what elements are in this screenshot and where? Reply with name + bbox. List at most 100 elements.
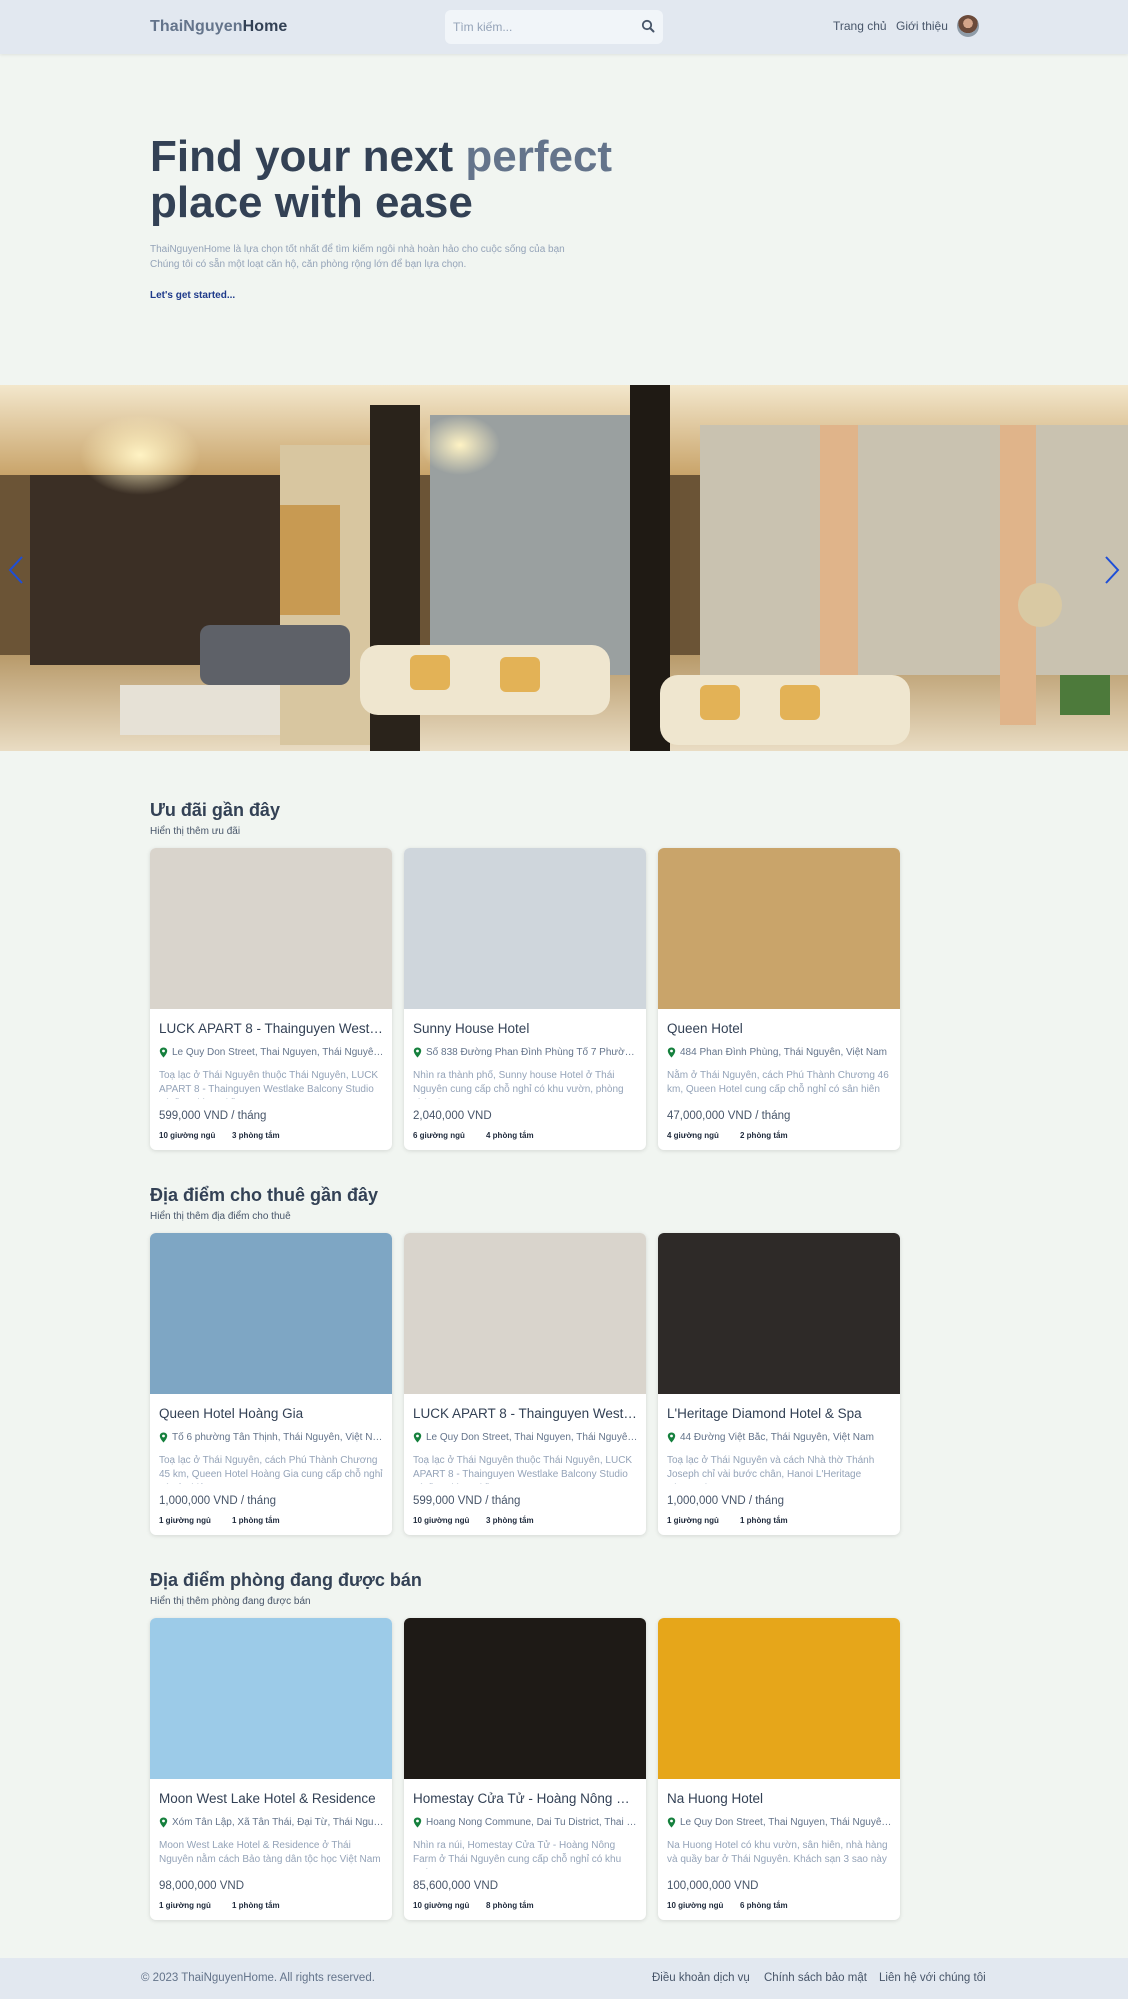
hero-title-part-1: Find your next: [150, 132, 466, 181]
listing-bathrooms: 3 phòng tắm: [486, 1516, 534, 1525]
listing-card[interactable]: Queen Hotel 484 Phan Đình Phùng, Thái Ngu…: [658, 848, 900, 1150]
logo-part-2: Home: [242, 18, 288, 35]
listing-description: Moon West Lake Hotel & Residence ở Thái …: [159, 1840, 381, 1865]
location-pin-icon: [667, 1817, 676, 1828]
listing-price: 98,000,000 VND: [159, 1880, 245, 1892]
listing-address: Tổ 6 phường Tân Thịnh, Thái Nguyên, Việt…: [172, 1432, 384, 1443]
top-navbar: ThaiNguyenHome Trang chủ Giới thiệu: [0, 0, 1128, 54]
show-more-rentals-link[interactable]: Hiển thị thêm địa điểm cho thuê: [150, 1211, 291, 1222]
footer-privacy-link[interactable]: Chính sách bảo mật: [764, 1972, 867, 1984]
listing-description: Toạ lạc ở Thái Nguyên, cách Phú Thành Ch…: [159, 1455, 383, 1484]
location-pin-icon: [159, 1432, 168, 1443]
listing-bedrooms: 4 giường ngủ: [667, 1131, 719, 1140]
listing-card[interactable]: Homestay Cửa Tử - Hoàng Nông Farm Hoang N…: [404, 1618, 646, 1920]
user-avatar[interactable]: [957, 15, 979, 37]
footer-copyright: © 2023 ThaiNguyenHome. All rights reserv…: [141, 1972, 375, 1984]
search-box: [445, 10, 663, 44]
listing-title[interactable]: Homestay Cửa Tử - Hoàng Nông Farm: [413, 1791, 637, 1806]
listing-address: Hoang Nong Commune, Dai Tu District, Tha…: [426, 1817, 638, 1828]
section-title-rentals: Địa điểm cho thuê gần đây: [150, 1185, 379, 1205]
site-logo[interactable]: ThaiNguyenHome: [150, 18, 287, 36]
listing-bathrooms: 8 phòng tắm: [486, 1901, 534, 1910]
listing-address: Xóm Tân Lập, Xã Tân Thái, Đại Từ, Thái N…: [172, 1817, 384, 1828]
listing-bathrooms: 1 phòng tắm: [740, 1516, 788, 1525]
footer-terms-link[interactable]: Điều khoản dịch vụ: [652, 1972, 750, 1984]
show-more-for-sale-link[interactable]: Hiển thị thêm phòng đang được bán: [150, 1596, 311, 1607]
nav-home-link[interactable]: Trang chủ: [833, 19, 887, 33]
listing-card[interactable]: LUCK APART 8 - Thainguyen Westlake Balco…: [404, 1233, 646, 1535]
search-input[interactable]: [453, 16, 633, 38]
hero-title-accent: perfect: [465, 132, 613, 181]
listing-title[interactable]: LUCK APART 8 - Thainguyen Westlake Balco…: [159, 1021, 383, 1036]
listing-bedrooms: 10 giường ngủ: [413, 1516, 470, 1525]
listing-card[interactable]: Queen Hotel Hoàng Gia Tổ 6 phường Tân Thị…: [150, 1233, 392, 1535]
listing-title[interactable]: Sunny House Hotel: [413, 1021, 637, 1036]
listing-price: 100,000,000 VND: [667, 1880, 759, 1892]
show-more-offers-link[interactable]: Hiển thị thêm ưu đãi: [150, 826, 240, 837]
site-footer: © 2023 ThaiNguyenHome. All rights reserv…: [0, 1958, 1128, 1999]
carousel-slide-image: [0, 385, 1128, 751]
listing-image[interactable]: [404, 848, 646, 1009]
listing-price: 85,600,000 VND: [413, 1880, 499, 1892]
listing-card[interactable]: Sunny House Hotel Số 838 Đường Phan Đình …: [404, 848, 646, 1150]
listing-card[interactable]: Na Huong Hotel Le Quy Don Street, Thai Ng…: [658, 1618, 900, 1920]
listing-address: Le Quy Don Street, Thai Nguyen, Thái Ngu…: [680, 1817, 892, 1828]
listing-image[interactable]: [404, 1233, 646, 1394]
location-pin-icon: [159, 1047, 168, 1058]
listing-image[interactable]: [404, 1618, 646, 1779]
hero-description-line-2: Chúng tôi có sẵn một loạt căn hộ, căn ph…: [150, 259, 467, 270]
listing-bedrooms: 1 giường ngủ: [667, 1516, 719, 1525]
listing-image[interactable]: [150, 1618, 392, 1779]
image-carousel: [0, 385, 1128, 751]
listing-card[interactable]: Moon West Lake Hotel & Residence Xóm Tân …: [150, 1618, 392, 1920]
location-pin-icon: [159, 1817, 168, 1828]
listing-title[interactable]: Moon West Lake Hotel & Residence: [159, 1791, 383, 1806]
section-title-offers: Ưu đãi gần đây: [150, 800, 280, 820]
listing-title[interactable]: L'Heritage Diamond Hotel & Spa: [667, 1406, 891, 1421]
listing-image[interactable]: [150, 1233, 392, 1394]
listing-address: Số 838 Đường Phan Đình Phùng Tổ 7 Phường…: [426, 1047, 638, 1058]
footer-contact-link[interactable]: Liên hệ với chúng tôi: [879, 1972, 986, 1984]
listing-description: Toạ lạc ở Thái Nguyên thuộc Thái Nguyên,…: [159, 1070, 379, 1099]
listing-price: 599,000 VND / tháng: [159, 1110, 267, 1122]
listing-card[interactable]: LUCK APART 8 - Thainguyen Westlake Balco…: [150, 848, 392, 1150]
listing-image[interactable]: [658, 1233, 900, 1394]
listing-image[interactable]: [150, 848, 392, 1009]
listing-image[interactable]: [658, 1618, 900, 1779]
get-started-link[interactable]: Let's get started...: [150, 290, 235, 301]
listing-bathrooms: 6 phòng tắm: [740, 1901, 788, 1910]
listing-bedrooms: 10 giường ngủ: [667, 1901, 724, 1910]
search-icon: [641, 19, 655, 32]
listing-address: 44 Đường Việt Bắc, Thái Nguyên, Việt Nam: [680, 1432, 874, 1443]
listing-address: Le Quy Don Street, Thai Nguyen, Thái Ngu…: [426, 1432, 638, 1443]
hero-description-line-1: ThaiNguyenHome là lựa chọn tốt nhất để t…: [150, 244, 565, 255]
location-pin-icon: [413, 1817, 422, 1828]
listing-title[interactable]: Na Huong Hotel: [667, 1791, 891, 1806]
listing-bathrooms: 1 phòng tắm: [232, 1516, 280, 1525]
search-button[interactable]: [639, 18, 657, 36]
listing-bathrooms: 4 phòng tắm: [486, 1131, 534, 1140]
listing-address: 484 Phan Đình Phùng, Thái Nguyên, Việt N…: [680, 1047, 887, 1058]
listing-bedrooms: 1 giường ngủ: [159, 1516, 211, 1525]
listing-title[interactable]: LUCK APART 8 - Thainguyen Westlake Balco…: [413, 1406, 637, 1421]
listing-description: Na Huong Hotel có khu vườn, sân hiên, nh…: [667, 1840, 888, 1865]
hero-title: Find your next perfect place with ease: [150, 134, 612, 226]
hero-description: ThaiNguyenHome là lựa chọn tốt nhất để t…: [150, 242, 620, 272]
listing-title[interactable]: Queen Hotel Hoàng Gia: [159, 1406, 383, 1421]
listing-description: Nằm ở Thái Nguyên, cách Phú Thành Chương…: [667, 1070, 889, 1095]
listing-address: Le Quy Don Street, Thai Nguyen, Thái Ngu…: [172, 1047, 384, 1058]
listing-bedrooms: 10 giường ngủ: [413, 1901, 470, 1910]
listing-card[interactable]: L'Heritage Diamond Hotel & Spa 44 Đường V…: [658, 1233, 900, 1535]
listing-bathrooms: 3 phòng tắm: [232, 1131, 280, 1140]
carousel-prev-arrow[interactable]: [6, 555, 26, 585]
section-title-for-sale: Địa điểm phòng đang được bán: [150, 1570, 422, 1590]
nav-about-link[interactable]: Giới thiệu: [896, 19, 948, 33]
listing-image[interactable]: [658, 848, 900, 1009]
hero-title-line-2: place with ease: [150, 178, 473, 227]
location-pin-icon: [667, 1047, 676, 1058]
listing-title[interactable]: Queen Hotel: [667, 1021, 891, 1036]
carousel-next-arrow[interactable]: [1102, 555, 1122, 585]
logo-part-1: ThaiNguyen: [150, 18, 243, 35]
listing-price: 1,000,000 VND / tháng: [159, 1495, 276, 1507]
listing-price: 1,000,000 VND / tháng: [667, 1495, 784, 1507]
